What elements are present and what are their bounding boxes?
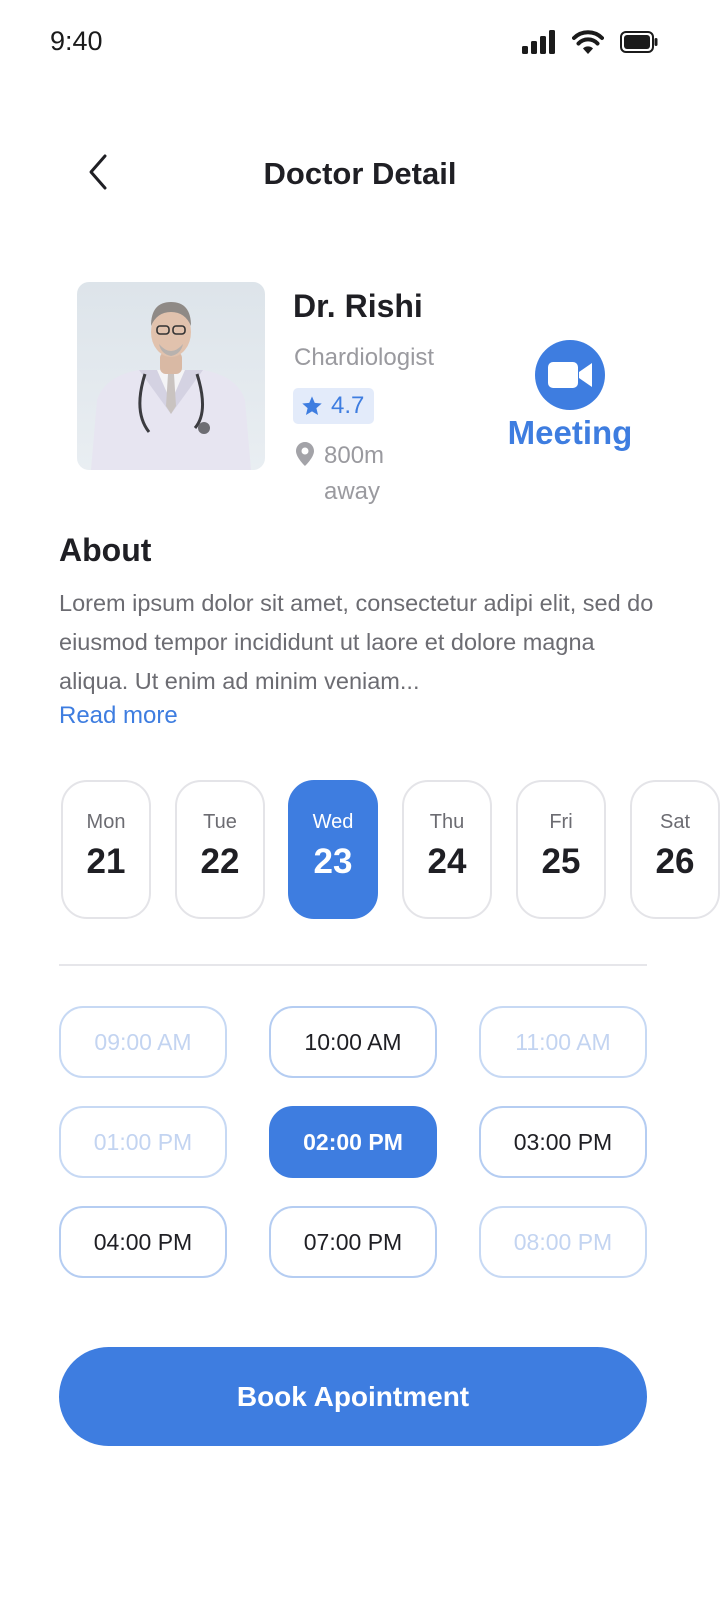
time-slot-0800pm[interactable]: 08:00 PM [479, 1206, 647, 1278]
day-name: Sat [659, 811, 691, 833]
time-slot-0200pm[interactable]: 02:00 PM [269, 1106, 437, 1178]
meeting-button[interactable]: Meeting [500, 340, 640, 452]
time-slot-0400pm[interactable]: 04:00 PM [59, 1206, 227, 1278]
day-thu[interactable]: Thu 24 [402, 780, 492, 919]
doctor-portrait-image [91, 302, 251, 470]
distance-text: 800m away [324, 438, 434, 510]
day-number: 22 [200, 842, 240, 881]
battery-icon [620, 31, 658, 53]
about-title: About [59, 532, 152, 568]
status-time: 9:40 [50, 26, 103, 56]
meeting-circle [535, 340, 605, 410]
divider [59, 964, 647, 966]
day-number: 24 [427, 842, 467, 881]
star-icon [302, 396, 322, 415]
day-name: Fri [549, 811, 573, 833]
rating-value: 4.7 [331, 392, 365, 419]
status-icons [522, 30, 658, 54]
rating-badge: 4.7 [293, 388, 375, 424]
day-number: 23 [313, 842, 353, 881]
day-name: Thu [429, 811, 465, 833]
header: Doctor Detail [0, 140, 720, 210]
time-slot-0100pm[interactable]: 01:00 PM [59, 1106, 227, 1178]
about-text: Lorem ipsum dolor sit amet, consectetur … [59, 590, 654, 694]
date-selector: Mon 21 Tue 22 Wed 23 Thu 24 Fri 25 Sat 2… [61, 780, 720, 920]
page-title: Doctor Detail [263, 156, 457, 191]
day-wed[interactable]: Wed 23 [288, 780, 378, 919]
day-tue[interactable]: Tue 22 [175, 780, 265, 919]
video-camera-icon [548, 362, 592, 388]
meeting-label: Meeting [507, 414, 633, 451]
day-name: Tue [203, 811, 237, 833]
location: 800m away [296, 438, 434, 510]
time-slot-0300pm[interactable]: 03:00 PM [479, 1106, 647, 1178]
status-bar: 9:40 [0, 0, 720, 90]
doctor-name: Dr. Rishi [293, 288, 423, 324]
day-fri[interactable]: Fri 25 [516, 780, 606, 919]
day-number: 21 [86, 842, 126, 881]
wifi-icon [572, 30, 604, 54]
time-slot-1100am[interactable]: 11:00 AM [479, 1006, 647, 1078]
read-more-link[interactable]: Read more [59, 702, 178, 730]
day-number: 25 [541, 842, 581, 881]
time-slot-0900am[interactable]: 09:00 AM [59, 1006, 227, 1078]
distance-value: 800m [324, 442, 385, 469]
time-slot-1000am[interactable]: 10:00 AM [269, 1006, 437, 1078]
day-name: Wed [312, 811, 354, 833]
signal-icon [522, 30, 555, 54]
doctor-specialty: Chardiologist [294, 344, 435, 371]
book-appointment-button[interactable]: Book Apointment [59, 1347, 647, 1446]
distance-suffix: away [324, 478, 381, 505]
doctor-photo [77, 282, 265, 470]
day-sat[interactable]: Sat 26 [630, 780, 720, 919]
location-pin-icon [296, 442, 314, 466]
time-slot-0700pm[interactable]: 07:00 PM [269, 1206, 437, 1278]
day-name: Mon [86, 811, 126, 833]
day-number: 26 [655, 842, 695, 881]
day-mon[interactable]: Mon 21 [61, 780, 151, 919]
